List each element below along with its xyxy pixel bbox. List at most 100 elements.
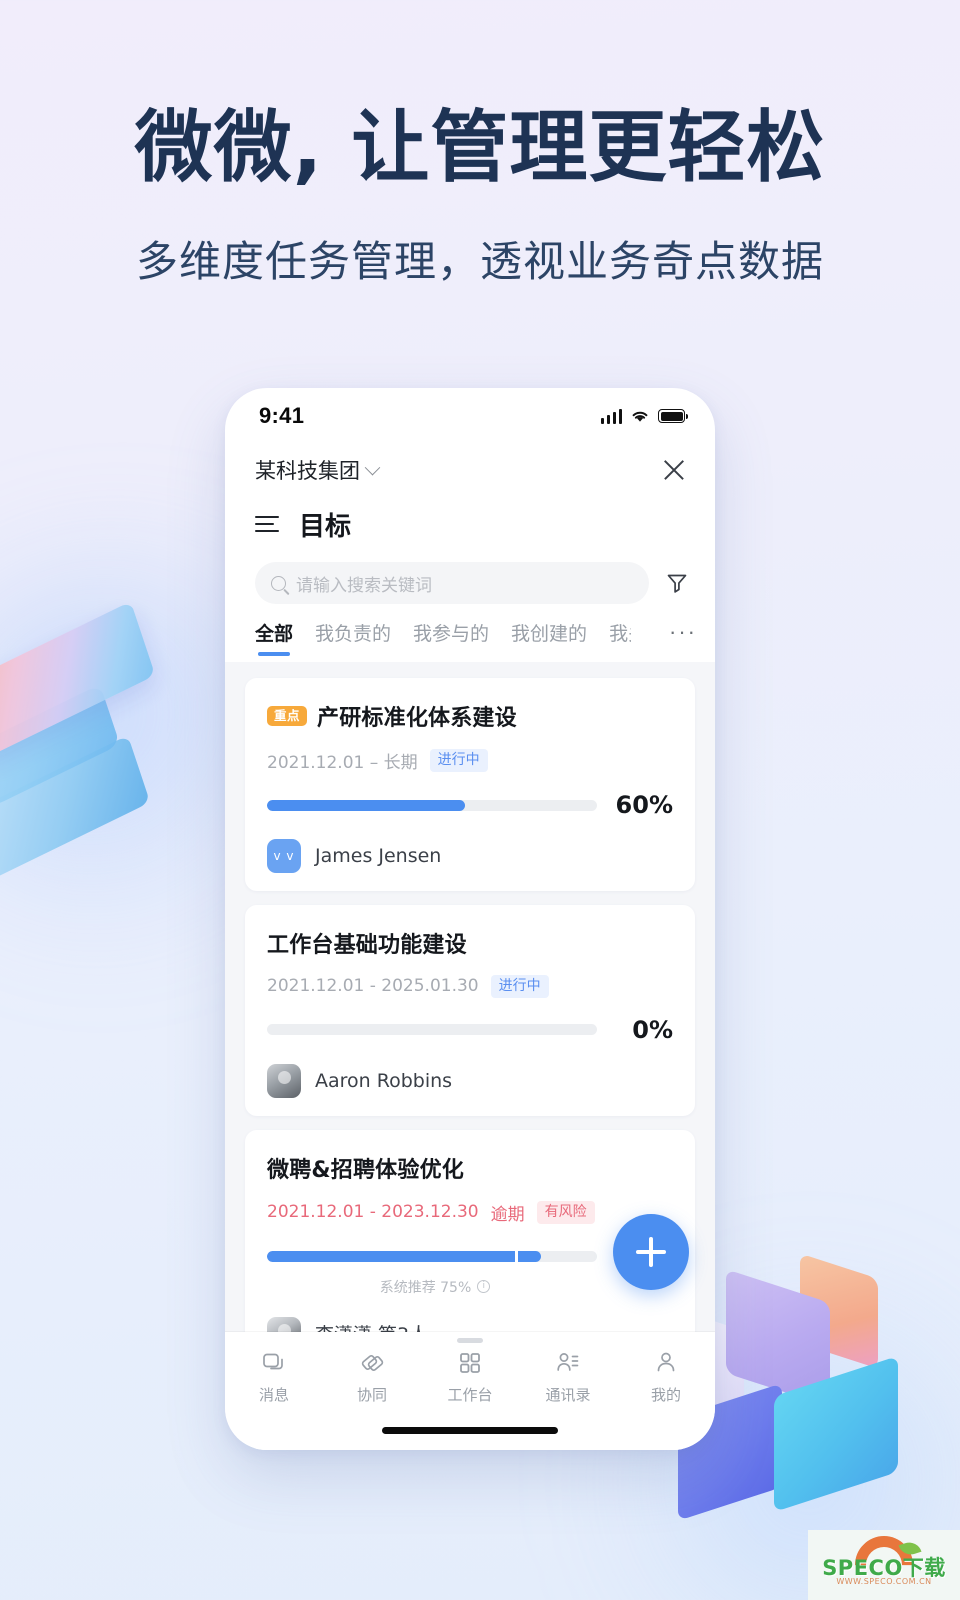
decor-glass-slabs bbox=[0, 601, 190, 883]
goal-list[interactable]: 重点 产研标准化体系建设 2021.12.01 – 长期 进行中 60% v v… bbox=[225, 662, 715, 1332]
card-date-range: 2021.12.01 – 长期 bbox=[267, 753, 418, 773]
nav-item-workbench[interactable]: 工作台 bbox=[421, 1338, 519, 1405]
org-selector[interactable]: 某科技集团 bbox=[255, 455, 381, 485]
app-header: 目标 bbox=[225, 496, 715, 552]
progress-row: 80% bbox=[267, 1243, 673, 1271]
card-title-row: 重点 产研标准化体系建设 bbox=[267, 700, 673, 732]
glass-cube-cyan bbox=[774, 1355, 898, 1513]
org-selector-row: 某科技集团 bbox=[225, 444, 715, 496]
nav-item-collaboration[interactable]: 协同 bbox=[323, 1350, 421, 1405]
nav-label: 工作台 bbox=[447, 1386, 493, 1404]
home-indicator bbox=[382, 1427, 558, 1434]
wifi-icon bbox=[632, 411, 648, 422]
info-circle-icon[interactable]: i bbox=[477, 1280, 491, 1294]
filter-funnel-icon[interactable] bbox=[665, 571, 689, 595]
card-status-chip: 有风险 bbox=[536, 1200, 595, 1224]
card-title-row: 微聘&招聘体验优化 bbox=[267, 1152, 673, 1184]
hamburger-menu-icon[interactable] bbox=[255, 516, 279, 532]
owner-name: James Jensen bbox=[315, 845, 442, 867]
card-status-chip: 进行中 bbox=[429, 749, 488, 772]
system-recommendation: 系统推荐 75% i bbox=[267, 1277, 673, 1297]
bottom-navigation: 消息 协同 工作台 通讯录 我的 bbox=[225, 1332, 715, 1450]
progress-fill bbox=[267, 1251, 541, 1263]
nav-label: 协同 bbox=[356, 1386, 387, 1404]
progress-row: 0% bbox=[267, 1016, 673, 1044]
nav-label: 消息 bbox=[258, 1386, 289, 1404]
list-item[interactable]: 重点 产研标准化体系建设 2021.12.01 – 长期 进行中 60% v v… bbox=[245, 678, 695, 891]
card-status-chip: 进行中 bbox=[490, 975, 549, 998]
card-title: 工作台基础功能建设 bbox=[267, 933, 467, 958]
card-meta: 2021.12.01 - 2025.01.30 进行中 bbox=[267, 975, 673, 998]
hero-text-block: 微微, 让管理更轻松 多维度任务管理，透视业务奇点数据 bbox=[0, 103, 960, 289]
search-input[interactable]: 请输入搜索关键词 bbox=[255, 562, 649, 604]
tag-diamond-icon bbox=[361, 1355, 384, 1371]
battery-full-icon bbox=[658, 409, 688, 423]
tabs-overflow-button[interactable]: ··· bbox=[661, 619, 697, 657]
progress-track bbox=[267, 799, 597, 811]
progress-fill bbox=[267, 799, 465, 811]
add-goal-button[interactable] bbox=[613, 1214, 689, 1290]
search-placeholder: 请输入搜索关键词 bbox=[296, 575, 432, 596]
avatar[interactable] bbox=[267, 1063, 301, 1098]
search-row: 请输入搜索关键词 bbox=[225, 552, 715, 614]
card-meta: 2021.12.01 - 2023.12.30 逾期 有风险 bbox=[267, 1200, 673, 1225]
tab-all[interactable]: 全部 bbox=[255, 619, 293, 658]
list-item[interactable]: 工作台基础功能建设 2021.12.01 - 2025.01.30 进行中 0%… bbox=[245, 905, 695, 1116]
grid-apps-icon bbox=[460, 1353, 480, 1373]
glass-cube-orange bbox=[800, 1253, 878, 1369]
owner-name: 李潇潇 等3人 bbox=[315, 1320, 428, 1332]
nav-label: 我的 bbox=[650, 1386, 681, 1404]
filter-tabs: 全部 我负责的 我参与的 我创建的 我关注的 ··· bbox=[225, 614, 715, 662]
tab-following[interactable]: 我关注的 bbox=[609, 619, 631, 658]
owner-row: 李潇潇 等3人 bbox=[267, 1316, 673, 1332]
owner-row: v v James Jensen bbox=[267, 839, 673, 873]
progress-track bbox=[267, 1251, 597, 1263]
system-recommendation-label: 系统推荐 75% bbox=[379, 1279, 472, 1296]
tab-created[interactable]: 我创建的 bbox=[511, 619, 587, 658]
nav-item-messages[interactable]: 消息 bbox=[225, 1350, 323, 1405]
tab-responsible[interactable]: 我负责的 bbox=[315, 619, 391, 658]
tab-participating[interactable]: 我参与的 bbox=[413, 619, 489, 658]
nav-item-contacts[interactable]: 通讯录 bbox=[519, 1350, 617, 1405]
owner-name: Aaron Robbins bbox=[315, 1069, 453, 1092]
nav-item-profile[interactable]: 我的 bbox=[617, 1350, 715, 1405]
card-meta: 2021.12.01 – 长期 进行中 bbox=[267, 748, 673, 773]
recommended-progress-marker bbox=[514, 1251, 518, 1263]
nav-label: 通讯录 bbox=[545, 1386, 591, 1404]
progress-row: 60% bbox=[267, 791, 673, 819]
card-date-range: 2021.12.01 - 2023.12.30 bbox=[267, 1202, 479, 1223]
speco-c-leaf-logo-icon: SPECO下载 WWW.SPECO.COM.CN bbox=[808, 1530, 960, 1600]
glass-slab-bottom bbox=[0, 735, 151, 883]
screen-title: 目标 bbox=[299, 511, 352, 542]
org-name-label: 某科技集团 bbox=[255, 459, 360, 483]
watermark-url: WWW.SPECO.COM.CN bbox=[836, 1577, 932, 1586]
watermark: SPECO下载 WWW.SPECO.COM.CN bbox=[808, 1530, 960, 1600]
status-icons bbox=[600, 408, 688, 424]
overdue-label: 逾期 bbox=[490, 1204, 525, 1225]
progress-percent: 0% bbox=[632, 1015, 673, 1044]
phone-mockup: 9:41 某科技集团 目标 请输入搜索关键词 全部 我负责的 我参与的 我创建的… bbox=[225, 388, 715, 1450]
card-title: 产研标准化体系建设 bbox=[317, 706, 517, 731]
progress-track bbox=[267, 1024, 597, 1036]
card-date-range: 2021.12.01 - 2025.01.30 bbox=[267, 976, 479, 997]
close-icon[interactable] bbox=[661, 457, 687, 483]
owner-row: Aaron Robbins bbox=[267, 1063, 673, 1098]
glass-slab-top bbox=[0, 601, 156, 761]
page-title: 微微, 让管理更轻松 bbox=[134, 103, 826, 193]
chevron-down-icon bbox=[364, 459, 381, 475]
avatar[interactable]: v v bbox=[267, 839, 301, 873]
search-icon bbox=[271, 575, 286, 591]
card-title: 微聘&招聘体验优化 bbox=[267, 1157, 464, 1183]
glass-slab-middle bbox=[0, 684, 121, 818]
status-bar: 9:41 bbox=[225, 388, 715, 444]
page-subtitle: 多维度任务管理，透视业务奇点数据 bbox=[135, 236, 824, 286]
nav-active-indicator bbox=[457, 1338, 483, 1343]
cellular-signal-icon bbox=[600, 408, 622, 424]
status-time: 9:41 bbox=[259, 403, 305, 428]
person-icon bbox=[657, 1352, 675, 1372]
avatar[interactable] bbox=[267, 1316, 301, 1332]
contacts-icon bbox=[557, 1353, 579, 1371]
chat-bubble-icon bbox=[263, 1353, 283, 1370]
status-badge: 重点 bbox=[267, 706, 308, 726]
card-title-row: 工作台基础功能建设 bbox=[267, 927, 673, 959]
